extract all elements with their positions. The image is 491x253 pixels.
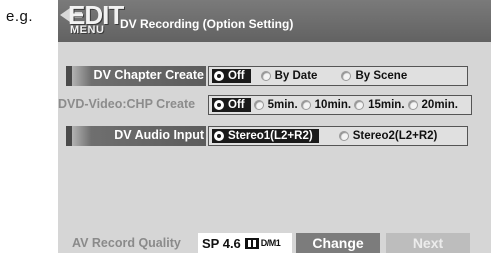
option-20min[interactable]: 20min. (407, 99, 458, 111)
footer-bar: AV Record Quality SP 4.6 D/M1 Change Nex… (58, 233, 491, 253)
dv-recording-screen: EDIT MENU DV Recording (Option Setting) … (58, 0, 491, 253)
radio-selected-icon (214, 131, 224, 141)
header-bar: EDIT MENU DV Recording (Option Setting) (58, 0, 491, 42)
radio-icon (338, 131, 349, 141)
change-button[interactable]: Change (296, 233, 380, 253)
radio-icon (300, 100, 311, 110)
option-label: 20min. (421, 99, 458, 111)
radio-icon (341, 71, 352, 81)
option-off[interactable]: Off (212, 98, 251, 112)
option-by-date[interactable]: By Date (260, 70, 318, 82)
radio-icon (253, 100, 264, 110)
row-label: DVD-Video:CHP Create (58, 97, 196, 111)
radio-icon (260, 71, 271, 81)
option-off[interactable]: Off (212, 69, 251, 83)
row-label: DV Chapter Create (93, 68, 204, 82)
option-stereo1[interactable]: Stereo1(L2+R2) (212, 129, 319, 143)
logo-menu-text: MENU (70, 24, 105, 36)
av-record-quality-label: AV Record Quality (72, 236, 181, 250)
radio-selected-icon (214, 100, 224, 110)
option-label: 15min. (368, 99, 405, 111)
radio-icon (354, 100, 365, 110)
option-5min[interactable]: 5min. (253, 99, 298, 111)
option-group: Off 5min. 10min. 15min. 20min. (208, 95, 472, 115)
next-button[interactable]: Next (386, 233, 470, 253)
caption: e.g. (6, 8, 34, 25)
option-label: Stereo1(L2+R2) (228, 130, 313, 142)
option-label: 10min. (314, 99, 352, 111)
option-label: By Date (274, 70, 318, 82)
quality-audio-mode: D/M1 (260, 238, 281, 248)
option-label: Off (228, 70, 245, 82)
row-dv-chapter-create: DV Chapter Create Off By Date By Scene (58, 66, 491, 86)
option-10min[interactable]: 10min. (300, 99, 352, 111)
row-label: DV Audio Input (114, 128, 204, 142)
option-label: Stereo2(L2+R2) (352, 130, 438, 142)
av-record-quality-value: SP 4.6 D/M1 (198, 233, 292, 253)
option-stereo2[interactable]: Stereo2(L2+R2) (338, 130, 438, 142)
option-group: Stereo1(L2+R2) Stereo2(L2+R2) (208, 126, 468, 146)
dolby-icon (244, 237, 259, 249)
row-dvd-video-chp-create: DVD-Video:CHP Create Off 5min. 10min. 15… (58, 95, 491, 115)
option-label: 5min. (267, 99, 298, 111)
option-group: Off By Date By Scene (208, 66, 468, 86)
quality-mode-text: SP 4.6 (202, 235, 241, 251)
option-by-scene[interactable]: By Scene (341, 70, 407, 82)
edit-menu-logo: EDIT MENU (60, 0, 124, 42)
row-dv-audio-input: DV Audio Input Stereo1(L2+R2) Stereo2(L2… (58, 126, 491, 146)
option-15min[interactable]: 15min. (354, 99, 405, 111)
radio-icon (407, 100, 418, 110)
page-title: DV Recording (Option Setting) (120, 17, 294, 31)
option-label: By Scene (355, 70, 408, 82)
radio-selected-icon (214, 71, 224, 81)
option-label: Off (228, 99, 245, 111)
